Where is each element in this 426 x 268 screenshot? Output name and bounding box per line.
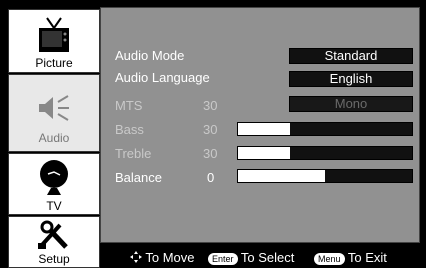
- tab-tv[interactable]: TV: [8, 153, 100, 215]
- mts-label: MTS: [115, 98, 143, 113]
- footer-hints: To Move Enter To Select Menu To Exit: [100, 248, 426, 268]
- select-hint: Enter To Select: [208, 250, 294, 265]
- tab-label-audio: Audio: [38, 131, 70, 145]
- bass-slider[interactable]: [237, 122, 413, 136]
- treble-number: 30: [203, 146, 218, 161]
- balance-number: 0: [207, 170, 215, 185]
- tab-setup[interactable]: Setup: [8, 216, 100, 268]
- bass-number: 30: [203, 122, 218, 137]
- mts-number: 30: [203, 98, 218, 113]
- treble-label: Treble: [115, 146, 152, 161]
- audio-mode-label[interactable]: Audio Mode: [115, 48, 184, 63]
- enter-key-icon: Enter: [208, 253, 238, 265]
- bass-label: Bass: [115, 122, 144, 137]
- tools-icon: [38, 220, 68, 249]
- move-hint: To Move: [130, 250, 195, 265]
- mts-value: Mono: [289, 96, 413, 112]
- balance-slider[interactable]: [237, 169, 413, 183]
- tab-label-picture: Picture: [35, 56, 73, 70]
- audio-settings-panel: Audio Mode Standard Audio Language Engli…: [100, 7, 420, 243]
- tab-label-setup: Setup: [38, 252, 70, 266]
- treble-slider-fill: [238, 147, 291, 159]
- tab-picture[interactable]: Picture: [8, 9, 100, 73]
- dpad-icon: [130, 251, 142, 263]
- exit-hint-text: To Exit: [347, 250, 387, 265]
- satellite-dish-icon: [40, 160, 68, 195]
- bass-slider-fill: [238, 123, 291, 135]
- treble-slider[interactable]: [237, 146, 413, 160]
- move-hint-text: To Move: [145, 250, 195, 265]
- select-hint-text: To Select: [240, 250, 295, 265]
- audio-language-label[interactable]: Audio Language: [115, 70, 210, 85]
- audio-mode-value[interactable]: Standard: [289, 48, 413, 64]
- balance-label[interactable]: Balance: [115, 170, 162, 185]
- menu-key-icon: Menu: [314, 253, 345, 265]
- speaker-icon: [39, 95, 69, 121]
- tv-osd-screen: Picture Audio TV Setup Audio Mode Standa…: [0, 0, 426, 268]
- tab-audio[interactable]: Audio: [8, 74, 100, 152]
- tab-label-tv: TV: [46, 199, 62, 213]
- sidebar: Picture Audio TV Setup: [8, 9, 100, 268]
- balance-slider-fill: [238, 170, 325, 182]
- exit-hint: Menu To Exit: [314, 250, 387, 265]
- tv-icon: [39, 17, 69, 52]
- audio-language-value[interactable]: English: [289, 71, 413, 87]
